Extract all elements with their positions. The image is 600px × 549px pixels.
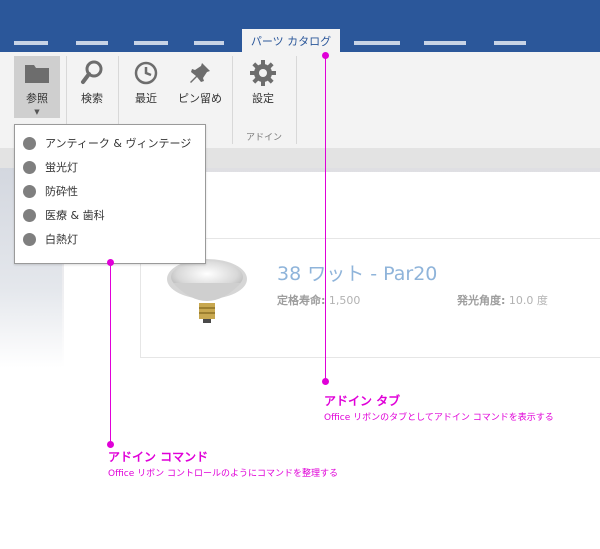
- title-bar: パーツ カタログ: [0, 0, 600, 52]
- group-divider: [296, 56, 297, 144]
- recent-label: 最近: [135, 92, 157, 105]
- menu-item-label: 防砕性: [45, 185, 78, 198]
- browse-label: 参照: [26, 92, 48, 105]
- menu-item-medical-dental[interactable]: 医療 & 歯科: [23, 205, 105, 225]
- tab-placeholder[interactable]: [494, 41, 526, 45]
- category-bullet-icon: [23, 232, 36, 246]
- menu-item-shatterproof[interactable]: 防砕性: [23, 181, 78, 201]
- search-icon: [80, 56, 104, 90]
- search-button[interactable]: 検索: [72, 56, 112, 118]
- group-divider: [232, 56, 233, 144]
- callout-marker: [107, 441, 114, 448]
- pin-icon: [188, 56, 212, 90]
- chevron-down-icon: ▼: [34, 108, 40, 116]
- addin-group-label: アドイン: [245, 133, 282, 143]
- beam-angle-label: 発光角度:: [457, 294, 506, 307]
- product-title: 38 ワット - Par20: [277, 263, 438, 285]
- settings-button[interactable]: 設定: [240, 56, 286, 118]
- search-label: 検索: [81, 92, 103, 105]
- addin-tab-callout-desc: Office リボンのタブとしてアドイン コマンドを表示する: [324, 413, 554, 423]
- menu-item-antique[interactable]: アンティーク & ヴィンテージ: [23, 133, 191, 153]
- browse-dropdown-menu: アンティーク & ヴィンテージ 蛍光灯 防砕性 医療 & 歯科 白熱灯: [14, 124, 206, 264]
- addin-command-callout-desc: Office リボン コントロールのようにコマンドを整理する: [108, 469, 338, 479]
- callout-line: [325, 56, 326, 382]
- addin-command-callout-title: アドイン コマンド: [108, 450, 209, 464]
- rated-life-label: 定格寿命:: [277, 294, 326, 307]
- tab-placeholder[interactable]: [76, 41, 108, 45]
- menu-item-label: 医療 & 歯科: [45, 209, 105, 222]
- menu-item-label: アンティーク & ヴィンテージ: [45, 137, 192, 150]
- browse-button[interactable]: 参照 ▼: [14, 56, 60, 118]
- beam-angle-value: 10.0 度: [508, 294, 548, 307]
- addin-tab-callout-title: アドイン タブ: [324, 394, 401, 408]
- rated-life: 定格寿命: 1,500: [277, 292, 360, 308]
- pin-label: ピン留め: [178, 92, 222, 105]
- tab-placeholder[interactable]: [134, 41, 168, 45]
- tab-parts-catalog[interactable]: パーツ カタログ: [242, 29, 340, 52]
- tab-placeholder[interactable]: [194, 41, 224, 45]
- menu-item-label: 白熱灯: [45, 233, 78, 246]
- category-bullet-icon: [23, 208, 36, 222]
- clock-icon: [133, 56, 159, 90]
- menu-item-incandescent[interactable]: 白熱灯: [23, 229, 78, 249]
- tab-placeholder[interactable]: [14, 41, 48, 45]
- category-bullet-icon: [23, 184, 36, 198]
- callout-line: [110, 263, 111, 445]
- callout-marker: [322, 378, 329, 385]
- rated-life-value: 1,500: [328, 294, 361, 307]
- product-card[interactable]: 38 ワット - Par20 定格寿命: 1,500 発光角度: 10.0 度: [140, 238, 600, 358]
- category-bullet-icon: [23, 136, 36, 150]
- folder-icon: [24, 56, 50, 90]
- settings-label: 設定: [252, 92, 274, 105]
- menu-item-fluorescent[interactable]: 蛍光灯: [23, 157, 78, 177]
- beam-angle: 発光角度: 10.0 度: [457, 292, 548, 308]
- category-bullet-icon: [23, 160, 36, 174]
- tab-placeholder[interactable]: [424, 41, 466, 45]
- pin-button[interactable]: ピン留め: [172, 56, 228, 118]
- tab-placeholder[interactable]: [354, 41, 400, 45]
- gear-icon: [249, 56, 277, 90]
- menu-item-label: 蛍光灯: [45, 161, 78, 174]
- recent-button[interactable]: 最近: [126, 56, 166, 118]
